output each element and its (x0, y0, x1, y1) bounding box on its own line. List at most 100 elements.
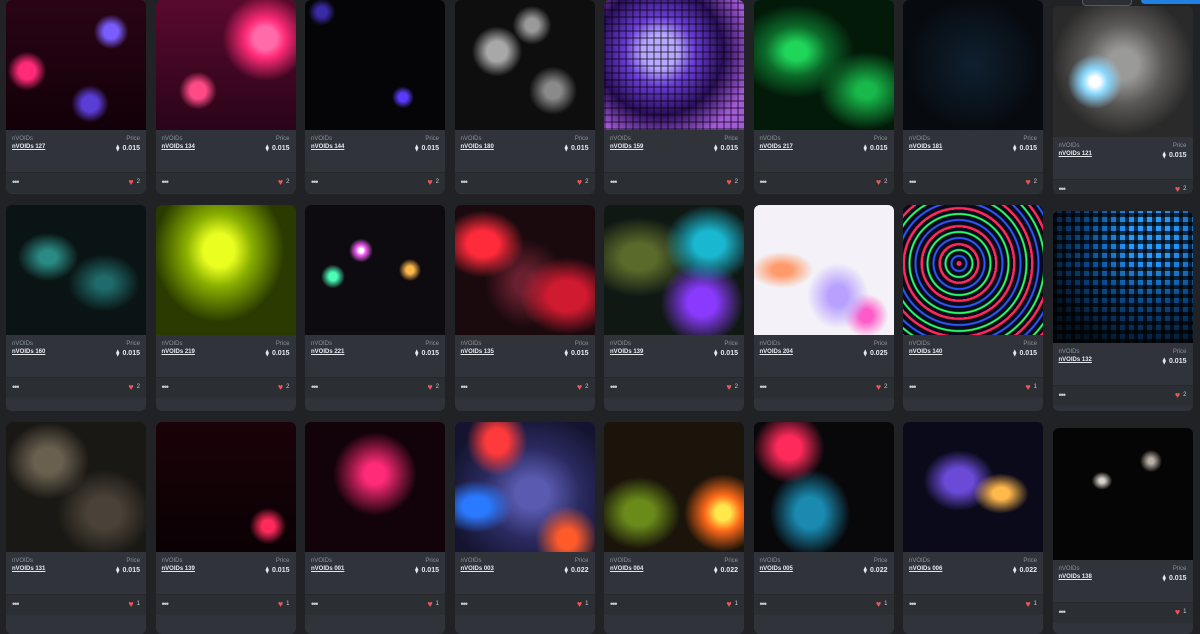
nft-name[interactable]: nVOIDs 131 (12, 566, 45, 572)
favorite-button[interactable]: ♥ 2 (577, 178, 589, 187)
collection-label[interactable]: nVOIDs (162, 558, 183, 564)
favorite-button[interactable]: ♥ 1 (876, 600, 888, 609)
more-options-icon[interactable]: ••• (311, 382, 319, 392)
more-options-icon[interactable]: ••• (162, 382, 170, 392)
nft-name[interactable]: nVOIDs 004 (610, 566, 643, 572)
favorite-button[interactable]: ♥ 2 (876, 178, 888, 187)
nft-card[interactable]: nVOIDs Price nVOIDs 138 ⧫ 0.015 ••• ♥ 1 (1052, 428, 1193, 634)
nft-card[interactable]: nVOIDs Price nVOIDs 144 ⧫ 0.015 ••• ♥ 2 (305, 0, 445, 194)
collection-label[interactable]: nVOIDs (1059, 349, 1080, 355)
favorite-button[interactable]: ♥ 1 (1025, 383, 1037, 392)
more-options-icon[interactable]: ••• (1059, 390, 1067, 400)
favorite-button[interactable]: ♥ 1 (427, 600, 439, 609)
nft-card[interactable]: nVOIDs Price nVOIDs 001 ⧫ 0.015 ••• ♥ 1 (305, 422, 445, 634)
nft-card[interactable]: nVOIDs Price nVOIDs 121 ⧫ 0.015 ••• ♥ 2 (1052, 6, 1193, 194)
nft-artwork-image[interactable] (604, 0, 744, 130)
nft-name[interactable]: nVOIDs 160 (12, 349, 45, 355)
nft-name[interactable]: nVOIDs 204 (760, 349, 793, 355)
nft-card[interactable]: nVOIDs Price nVOIDs 140 ⧫ 0.015 ••• ♥ 1 (903, 205, 1043, 411)
more-options-icon[interactable]: ••• (12, 599, 20, 609)
nft-artwork-image[interactable] (6, 0, 146, 130)
collection-label[interactable]: nVOIDs (461, 558, 482, 564)
nft-artwork-image[interactable] (305, 422, 445, 552)
nft-artwork-image[interactable] (753, 205, 894, 335)
favorite-button[interactable]: ♥ 1 (577, 600, 589, 609)
more-options-icon[interactable]: ••• (12, 382, 20, 392)
collection-label[interactable]: nVOIDs (162, 136, 183, 142)
favorite-button[interactable]: ♥ 2 (726, 383, 738, 392)
nft-card[interactable]: nVOIDs Price nVOIDs 132 ⧫ 0.015 ••• ♥ 2 (1052, 211, 1193, 411)
nft-name[interactable]: nVOIDs 144 (311, 144, 344, 150)
nft-card[interactable]: nVOIDs Price nVOIDs 006 ⧫ 0.022 ••• ♥ 1 (903, 422, 1043, 634)
collection-label[interactable]: nVOIDs (610, 341, 631, 347)
favorite-button[interactable]: ♥ 2 (1175, 391, 1187, 400)
collection-label[interactable]: nVOIDs (760, 558, 781, 564)
favorite-button[interactable]: ♥ 2 (1175, 185, 1187, 194)
nft-card[interactable]: nVOIDs Price nVOIDs 005 ⧫ 0.022 ••• ♥ 1 (753, 422, 894, 634)
collection-label[interactable]: nVOIDs (311, 558, 332, 564)
nft-card[interactable]: nVOIDs Price nVOIDs 219 ⧫ 0.015 ••• ♥ 2 (155, 205, 296, 411)
nft-card[interactable]: nVOIDs Price nVOIDs 180 ⧫ 0.015 ••• ♥ 2 (454, 0, 595, 194)
collection-label[interactable]: nVOIDs (461, 341, 482, 347)
nft-artwork-image[interactable] (6, 422, 146, 552)
nft-artwork-image[interactable] (155, 0, 296, 130)
more-options-icon[interactable]: ••• (610, 599, 618, 609)
more-options-icon[interactable]: ••• (461, 177, 469, 187)
nft-name[interactable]: nVOIDs 135 (461, 349, 494, 355)
collection-label[interactable]: nVOIDs (12, 558, 33, 564)
nft-artwork-image[interactable] (903, 205, 1043, 335)
nft-artwork-image[interactable] (305, 205, 445, 335)
nft-name[interactable]: nVOIDs 221 (311, 349, 344, 355)
nft-artwork-image[interactable] (753, 422, 894, 552)
nft-artwork-image[interactable] (6, 205, 146, 335)
more-options-icon[interactable]: ••• (311, 177, 319, 187)
more-options-icon[interactable]: ••• (909, 177, 917, 187)
nft-card[interactable]: nVOIDs Price nVOIDs 139 ⧫ 0.015 ••• ♥ 2 (604, 205, 744, 411)
favorite-button[interactable]: ♥ 2 (577, 383, 589, 392)
nft-card[interactable]: nVOIDs Price nVOIDs 131 ⧫ 0.015 ••• ♥ 1 (6, 422, 146, 634)
more-options-icon[interactable]: ••• (909, 382, 917, 392)
nft-name[interactable]: nVOIDs 121 (1059, 151, 1092, 157)
favorite-button[interactable]: ♥ 2 (1025, 178, 1037, 187)
nft-name[interactable]: nVOIDs 139 (610, 349, 643, 355)
nft-name[interactable]: nVOIDs 006 (909, 566, 942, 572)
nft-name[interactable]: nVOIDs 159 (610, 144, 643, 150)
more-options-icon[interactable]: ••• (12, 177, 20, 187)
nft-name[interactable]: nVOIDs 138 (1059, 574, 1092, 580)
nft-card[interactable]: nVOIDs Price nVOIDs 160 ⧫ 0.015 ••• ♥ 2 (6, 205, 146, 411)
nft-name[interactable]: nVOIDs 217 (760, 144, 793, 150)
nft-card[interactable]: nVOIDs Price nVOIDs 004 ⧫ 0.022 ••• ♥ 1 (604, 422, 744, 634)
nft-name[interactable]: nVOIDs 127 (12, 144, 45, 150)
collection-label[interactable]: nVOIDs (1059, 143, 1080, 149)
nft-artwork-image[interactable] (1052, 428, 1193, 560)
nft-card[interactable]: nVOIDs Price nVOIDs 181 ⧫ 0.015 ••• ♥ 2 (903, 0, 1043, 194)
more-options-icon[interactable]: ••• (461, 599, 469, 609)
more-options-icon[interactable]: ••• (760, 177, 768, 187)
nft-artwork-image[interactable] (305, 0, 445, 130)
nft-artwork-image[interactable] (753, 0, 894, 130)
favorite-button[interactable]: ♥ 2 (278, 383, 290, 392)
favorite-button[interactable]: ♥ 2 (726, 178, 738, 187)
nft-card[interactable]: nVOIDs Price nVOIDs 134 ⧫ 0.015 ••• ♥ 2 (155, 0, 296, 194)
nft-name[interactable]: nVOIDs 181 (909, 144, 942, 150)
nft-artwork-image[interactable] (903, 422, 1043, 552)
nft-card[interactable]: nVOIDs Price nVOIDs 135 ⧫ 0.015 ••• ♥ 2 (454, 205, 595, 411)
nft-name[interactable]: nVOIDs 139 (162, 566, 195, 572)
collection-label[interactable]: nVOIDs (760, 136, 781, 142)
nft-artwork-image[interactable] (454, 205, 595, 335)
nft-name[interactable]: nVOIDs 132 (1059, 357, 1092, 363)
collection-label[interactable]: nVOIDs (461, 136, 482, 142)
nft-artwork-image[interactable] (604, 205, 744, 335)
collection-label[interactable]: nVOIDs (909, 558, 930, 564)
collection-label[interactable]: nVOIDs (610, 136, 631, 142)
nft-name[interactable]: nVOIDs 219 (162, 349, 195, 355)
nft-card[interactable]: nVOIDs Price nVOIDs 127 ⧫ 0.015 ••• ♥ 2 (6, 0, 146, 194)
favorite-button[interactable]: ♥ 1 (1025, 600, 1037, 609)
nft-name[interactable]: nVOIDs 003 (461, 566, 494, 572)
collection-label[interactable]: nVOIDs (760, 341, 781, 347)
collection-label[interactable]: nVOIDs (162, 341, 183, 347)
more-options-icon[interactable]: ••• (909, 599, 917, 609)
favorite-button[interactable]: ♥ 2 (128, 383, 140, 392)
more-options-icon[interactable]: ••• (610, 382, 618, 392)
nft-name[interactable]: nVOIDs 140 (909, 349, 942, 355)
